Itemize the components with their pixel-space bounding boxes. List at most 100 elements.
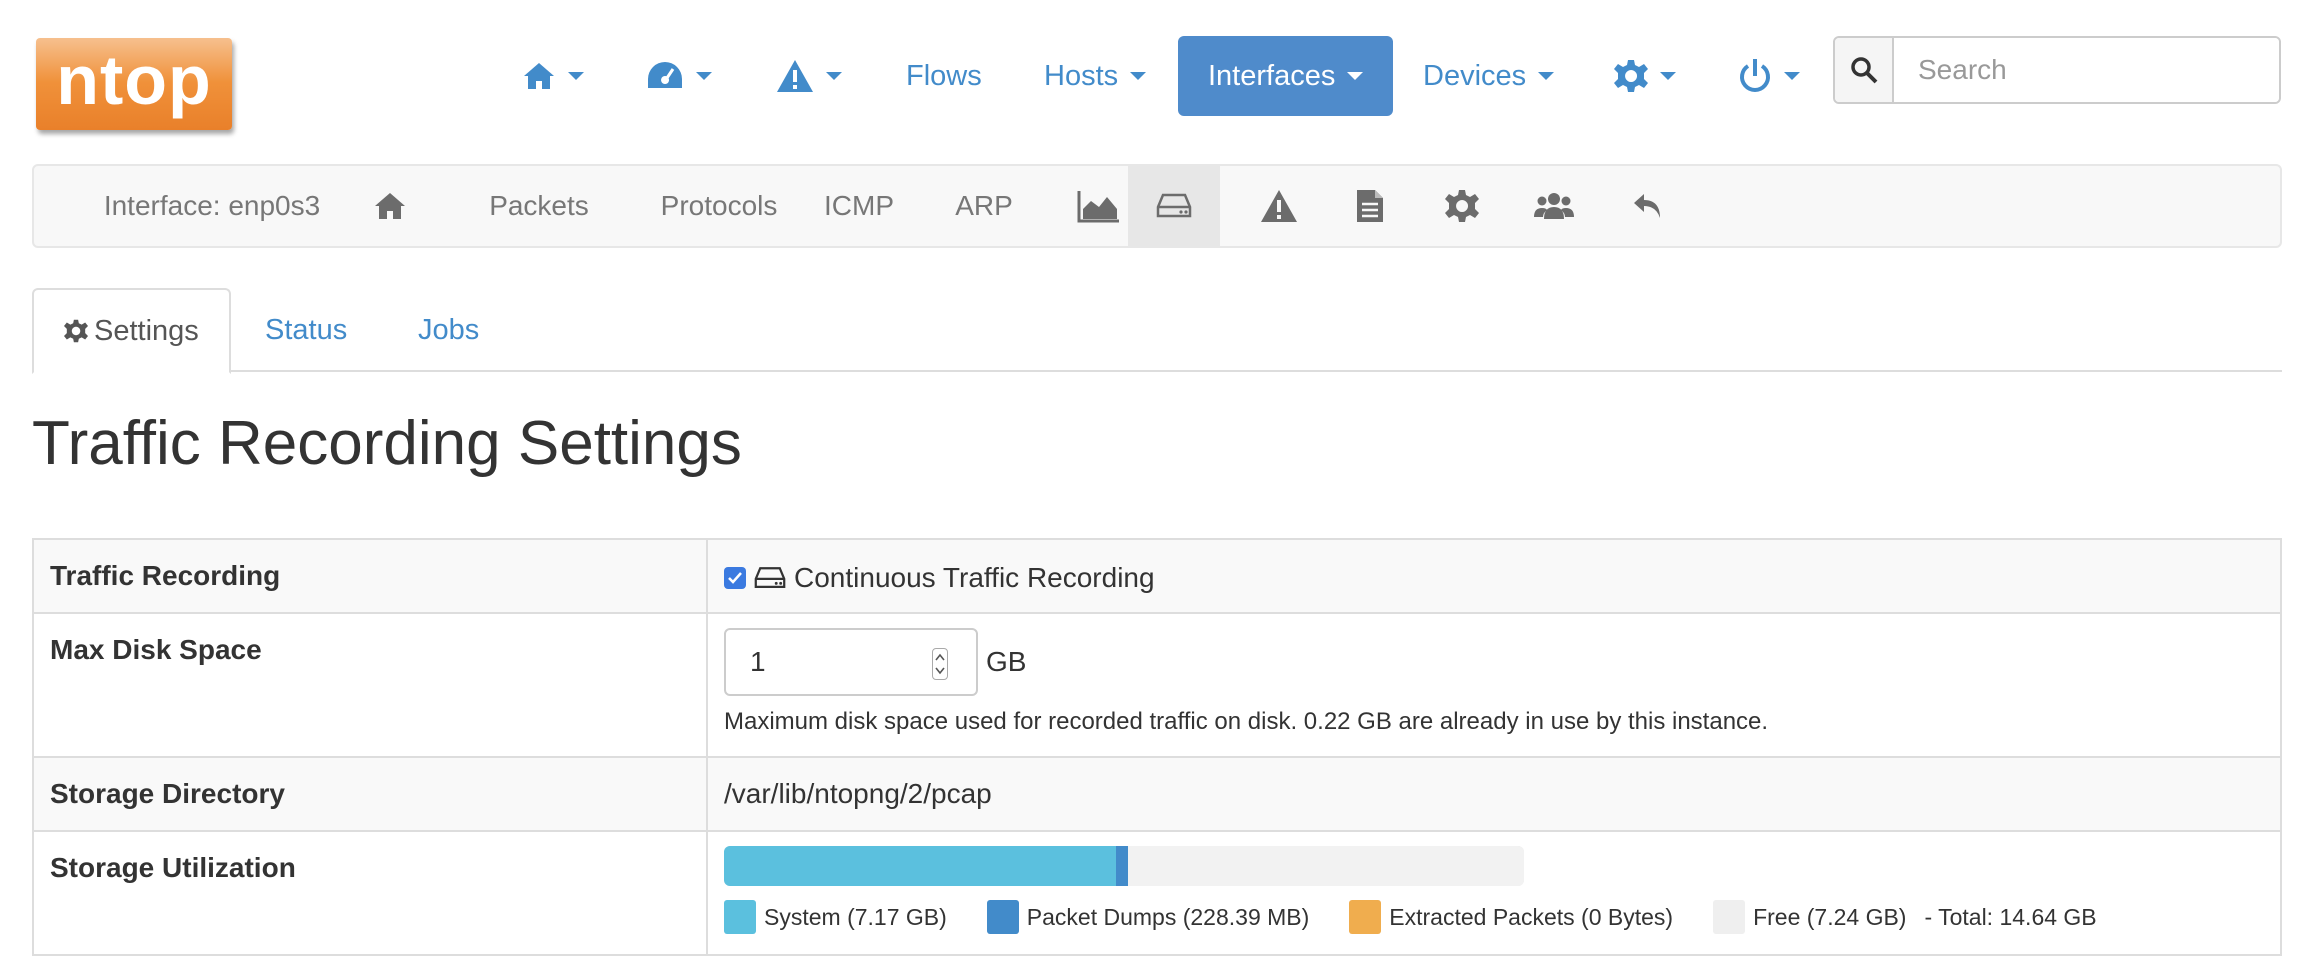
- max-disk-space-value: 1 GB Maximum disk space used for recorde…: [708, 614, 2280, 756]
- legend-item: Extracted Packets (0 Bytes): [1349, 900, 1673, 934]
- continuous-recording-checkbox[interactable]: [724, 567, 746, 589]
- legend-swatch: [986, 900, 1019, 934]
- tab-jobs-label: Jobs: [418, 313, 480, 346]
- storage-directory-row: Storage Directory /var/lib/ntopng/2/pcap: [34, 758, 2280, 832]
- pools-link[interactable]: [1522, 166, 1586, 246]
- file-text-icon: [1355, 188, 1385, 224]
- max-disk-space-help: Maximum disk space used for recorded tra…: [724, 708, 1769, 735]
- storage-utilization-value: System (7.17 GB) Packet Dumps (228.39 MB)…: [708, 832, 2280, 954]
- traffic-recording-link[interactable]: [1128, 166, 1220, 246]
- spinner-icon[interactable]: [932, 648, 948, 680]
- power-icon: [1738, 58, 1772, 94]
- users-icon: [1534, 191, 1574, 221]
- arp-label: ARP: [955, 190, 1013, 221]
- tab-status[interactable]: Status: [235, 288, 377, 372]
- gear-icon: [1445, 189, 1479, 223]
- legend-label: Extracted Packets (0 Bytes): [1389, 903, 1674, 930]
- storage-utilization-label: Storage Utilization: [34, 832, 708, 954]
- protocols-link[interactable]: Protocols: [624, 166, 814, 246]
- settings-menu[interactable]: [1584, 36, 1706, 116]
- legend-label: System (7.17 GB): [764, 903, 947, 930]
- tab-settings-label: Settings: [94, 314, 199, 347]
- traffic-recording-label: Traffic Recording: [34, 540, 708, 612]
- power-menu[interactable]: [1708, 36, 1830, 116]
- reply-icon: [1632, 192, 1664, 220]
- storage-directory-value: /var/lib/ntopng/2/pcap: [724, 778, 992, 809]
- tachometer-icon: [646, 60, 684, 92]
- protocols-label: Protocols: [660, 190, 778, 221]
- back-link[interactable]: [1618, 166, 1678, 246]
- home-icon: [522, 61, 556, 91]
- tab-status-label: Status: [265, 313, 348, 346]
- utilization-segment: [1127, 846, 1524, 886]
- max-disk-space-row: Max Disk Space 1 GB Maximum disk space u…: [34, 614, 2280, 758]
- utilization-segment: [1115, 846, 1128, 886]
- chevron-down-icon: [1130, 72, 1147, 80]
- traffic-recording-value: Continuous Traffic Recording: [708, 540, 2280, 612]
- continuous-recording-label: Continuous Traffic Recording: [794, 562, 1155, 593]
- icmp-label: ICMP: [824, 190, 894, 221]
- interface-navbar: Interface: enp0s3 Packets Protocols ICMP…: [32, 164, 2282, 248]
- traffic-recording-row: Traffic Recording Continuous Traffic Rec…: [34, 540, 2280, 614]
- max-disk-space-label: Max Disk Space: [34, 614, 708, 756]
- warning-icon: [1260, 189, 1298, 223]
- home-menu[interactable]: [492, 36, 614, 116]
- max-disk-space-input[interactable]: 1: [724, 628, 978, 696]
- storage-directory-label: Storage Directory: [34, 758, 708, 830]
- legend-item: Packet Dumps (228.39 MB): [986, 900, 1310, 934]
- storage-utilization-row: Storage Utilization System (7.17 GB) Pack…: [34, 832, 2280, 954]
- devices-label: Devices: [1423, 59, 1527, 92]
- storage-utilization-bar: [724, 846, 1524, 886]
- tab-settings[interactable]: Settings: [32, 288, 231, 374]
- hosts-menu[interactable]: Hosts: [1014, 36, 1176, 116]
- legend-swatch: [1713, 900, 1746, 934]
- arp-link[interactable]: ARP: [924, 166, 1044, 246]
- flows-label: Flows: [906, 59, 982, 92]
- chevron-down-icon: [696, 72, 712, 80]
- search-icon: [1850, 56, 1878, 84]
- max-disk-space-unit: GB: [986, 646, 1027, 677]
- interfaces-menu[interactable]: Interfaces: [1178, 36, 1394, 116]
- legend-swatch: [1349, 900, 1382, 934]
- hosts-label: Hosts: [1044, 59, 1119, 92]
- chevron-down-icon: [826, 72, 842, 80]
- chevron-down-icon: [568, 72, 584, 80]
- packets-link[interactable]: Packets: [464, 166, 614, 246]
- alerts-menu[interactable]: [746, 36, 872, 116]
- page-title: Traffic Recording Settings: [32, 409, 742, 478]
- chevron-down-icon: [1660, 72, 1676, 80]
- legend-swatch: [724, 900, 756, 934]
- chevron-down-icon: [1538, 72, 1555, 80]
- area-chart-icon: [1077, 189, 1121, 223]
- devices-menu[interactable]: Devices: [1393, 36, 1584, 116]
- search-button[interactable]: [1835, 38, 1894, 102]
- interface-home-link[interactable]: [366, 166, 414, 246]
- interfaces-label: Interfaces: [1208, 59, 1336, 92]
- search-input[interactable]: [1894, 38, 2279, 102]
- hdd-icon: [1156, 193, 1192, 219]
- legend-item: System (7.17 GB): [724, 900, 947, 934]
- storage-utilization-legend: System (7.17 GB) Packet Dumps (228.39 MB)…: [724, 900, 2264, 934]
- top-navbar: ntop Flows Hosts Interfaces Devices: [0, 0, 2306, 160]
- hdd-icon: [754, 566, 786, 590]
- dashboard-menu[interactable]: [616, 36, 742, 116]
- chevron-down-icon: [1347, 72, 1364, 80]
- ntop-logo[interactable]: ntop: [36, 38, 232, 130]
- utilization-segment: [724, 846, 1116, 886]
- home-icon: [373, 191, 407, 221]
- icmp-link[interactable]: ICMP: [794, 166, 924, 246]
- interface-alerts-link[interactable]: [1244, 166, 1314, 246]
- legend-item: Free (7.24 GB): [1713, 900, 1906, 934]
- legend-label: Packet Dumps (228.39 MB): [1026, 903, 1310, 930]
- max-disk-space-input-value: 1: [750, 646, 766, 677]
- flows-link[interactable]: Flows: [876, 36, 1012, 116]
- chevron-down-icon: [1784, 72, 1800, 80]
- search-box: [1833, 36, 2281, 104]
- gear-icon: [1614, 59, 1648, 93]
- interface-config-link[interactable]: [1432, 166, 1492, 246]
- interface-name[interactable]: Interface: enp0s3: [94, 166, 330, 246]
- settings-table: Traffic Recording Continuous Traffic Rec…: [32, 538, 2282, 956]
- gear-icon: [64, 319, 94, 343]
- report-link[interactable]: [1340, 166, 1400, 246]
- tab-jobs[interactable]: Jobs: [388, 288, 509, 372]
